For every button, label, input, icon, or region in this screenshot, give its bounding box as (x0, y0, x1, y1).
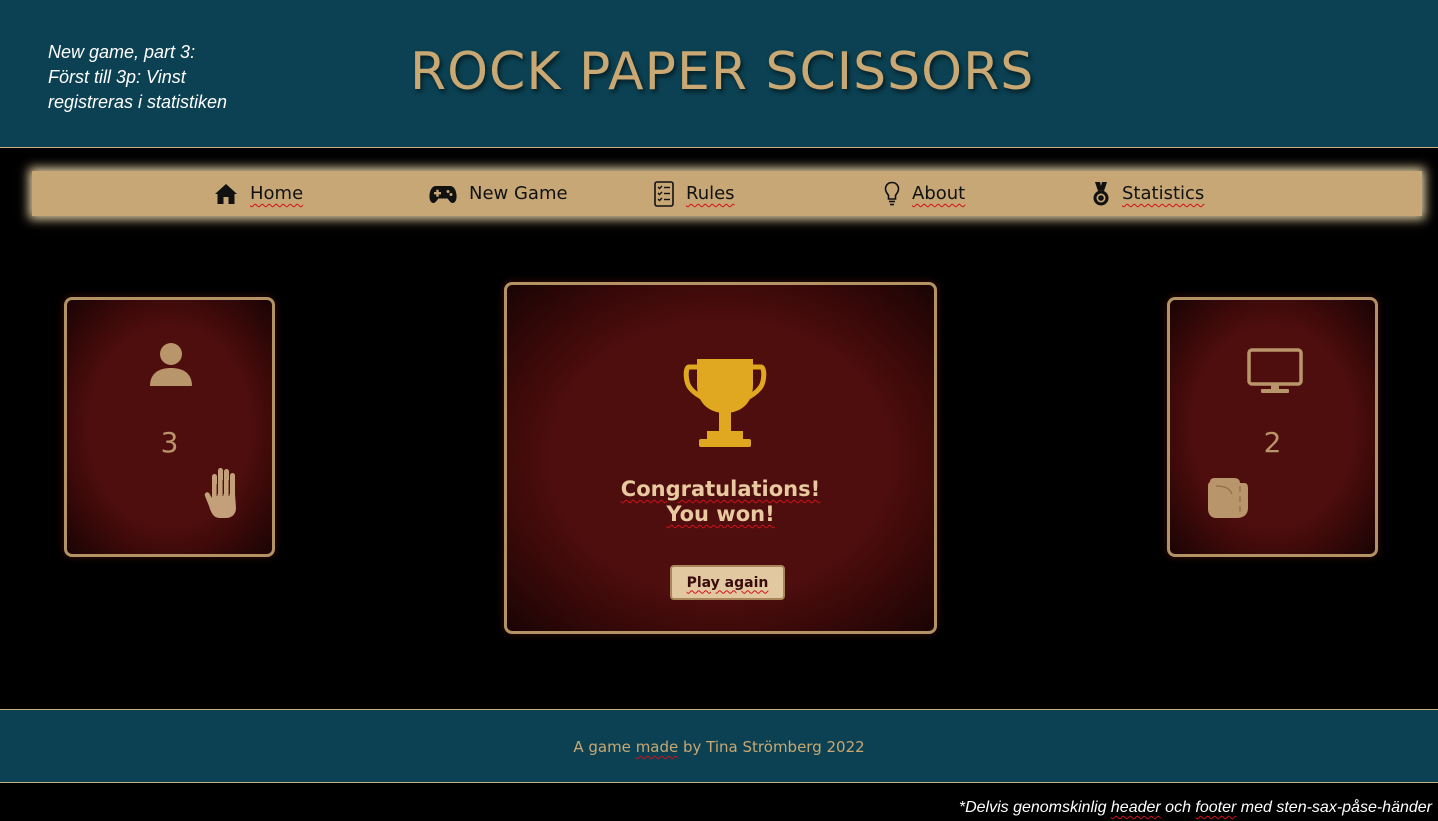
footer-text-pre: A game (573, 738, 636, 756)
nav-item-label: Rules (686, 183, 735, 204)
nav-item-label: Home (250, 183, 304, 204)
nav-item-label: New Game (469, 183, 568, 204)
header-note-line: Först till 3p: Vinst (48, 67, 186, 87)
page-title: ROCK PAPER SCISSORS (410, 42, 1035, 102)
lightbulb-icon (884, 181, 900, 205)
page-footer: A game made by Tina Strömberg 2022 (0, 709, 1438, 783)
bottom-note-pre: *Delvis genomskinlig (958, 799, 1111, 816)
footer-text-post: by Tina Strömberg 2022 (678, 738, 865, 756)
trophy-icon (683, 359, 767, 447)
result-card: Congratulations! You won! Play again (504, 282, 937, 634)
nav-item-about[interactable]: About (884, 171, 965, 216)
nav-item-statistics[interactable]: Statistics (1092, 171, 1204, 216)
footer-credit: A game made by Tina Strömberg 2022 (0, 738, 1438, 756)
nav-item-rules[interactable]: Rules (654, 171, 735, 216)
header-note-line: registreras i statistiken (48, 92, 228, 112)
play-again-button[interactable]: Play again (670, 565, 785, 600)
play-again-label: Play again (686, 574, 769, 591)
result-message: Congratulations! You won! (507, 477, 934, 527)
result-line-2: You won! (666, 502, 775, 526)
bottom-note-footer: footer (1195, 799, 1237, 816)
result-line-1: Congratulations! (620, 477, 821, 501)
footer-text-made: made (635, 738, 679, 756)
rock-fist-icon (1208, 478, 1248, 518)
bottom-note-header: header (1110, 799, 1161, 816)
player-score: 3 (160, 426, 179, 459)
gamepad-icon (429, 185, 457, 203)
player-card: 3 (64, 297, 275, 557)
header-note: New game, part 3: Först till 3p: Vinst r… (48, 40, 288, 115)
user-icon (150, 343, 192, 386)
header-note-line: New game, part 3: (48, 42, 196, 62)
computer-card: 2 (1167, 297, 1378, 557)
nav-item-label: About (912, 183, 966, 204)
checklist-icon (654, 180, 674, 207)
nav-item-label: Statistics (1122, 183, 1205, 204)
bottom-note-mid: och (1160, 799, 1196, 816)
nav-item-new-game[interactable]: New Game (429, 171, 568, 216)
medal-icon (1093, 181, 1109, 205)
computer-score: 2 (1263, 426, 1282, 459)
paper-hand-icon (204, 468, 236, 518)
bottom-note-post: med sten-sax-påse-händer (1236, 799, 1432, 816)
nav-item-home[interactable]: Home (214, 171, 303, 216)
page-header: New game, part 3: Först till 3p: Vinst r… (0, 0, 1438, 148)
bottom-note: *Delvis genomskinlig header och footer m… (959, 799, 1432, 817)
main-nav: Home New Game Rules About Statistics (32, 171, 1422, 216)
monitor-icon (1247, 348, 1303, 393)
home-icon (215, 183, 237, 204)
